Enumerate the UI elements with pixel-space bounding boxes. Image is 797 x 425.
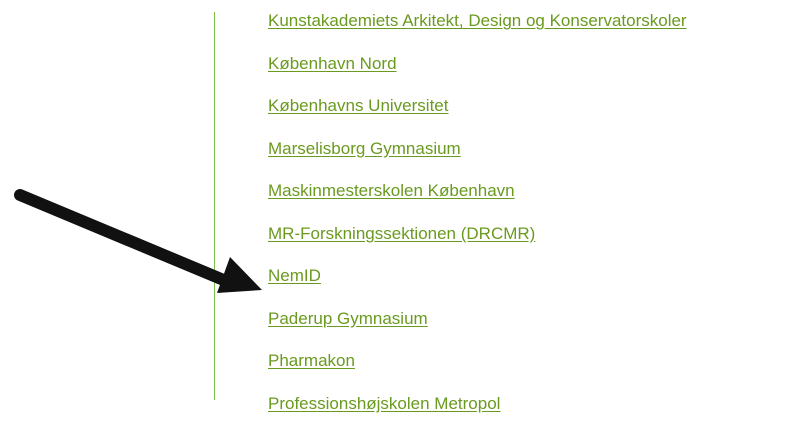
list-item: Marselisborg Gymnasium bbox=[268, 128, 687, 171]
list-item: MR-Forskningssektionen (DRCMR) bbox=[268, 213, 687, 256]
link-nemid[interactable]: NemID bbox=[268, 266, 321, 286]
link-paderup-gymnasium[interactable]: Paderup Gymnasium bbox=[268, 309, 428, 329]
link-maskinmesterskolen[interactable]: Maskinmesterskolen København bbox=[268, 181, 515, 201]
institution-link-list: Kunstakademiets Arkitekt, Design og Kons… bbox=[268, 0, 687, 425]
vertical-divider bbox=[214, 12, 215, 400]
link-marselisborg-gymnasium[interactable]: Marselisborg Gymnasium bbox=[268, 139, 461, 159]
list-item: Paderup Gymnasium bbox=[268, 298, 687, 341]
link-pharmakon[interactable]: Pharmakon bbox=[268, 351, 355, 371]
list-item: København Nord bbox=[268, 43, 687, 86]
link-kobenhavns-universitet[interactable]: Københavns Universitet bbox=[268, 96, 448, 116]
link-mr-forskningssektionen[interactable]: MR-Forskningssektionen (DRCMR) bbox=[268, 224, 535, 244]
list-item: Maskinmesterskolen København bbox=[268, 170, 687, 213]
list-item: NemID bbox=[268, 255, 687, 298]
list-item: Kunstakademiets Arkitekt, Design og Kons… bbox=[268, 0, 687, 43]
list-item: Københavns Universitet bbox=[268, 85, 687, 128]
link-kobenhavn-nord[interactable]: København Nord bbox=[268, 54, 397, 74]
link-professionshojskolen-metropol[interactable]: Professionshøjskolen Metropol bbox=[268, 394, 500, 414]
list-item: Pharmakon bbox=[268, 340, 687, 383]
list-item: Professionshøjskolen Metropol bbox=[268, 383, 687, 425]
link-kunstakademiets[interactable]: Kunstakademiets Arkitekt, Design og Kons… bbox=[268, 11, 687, 31]
